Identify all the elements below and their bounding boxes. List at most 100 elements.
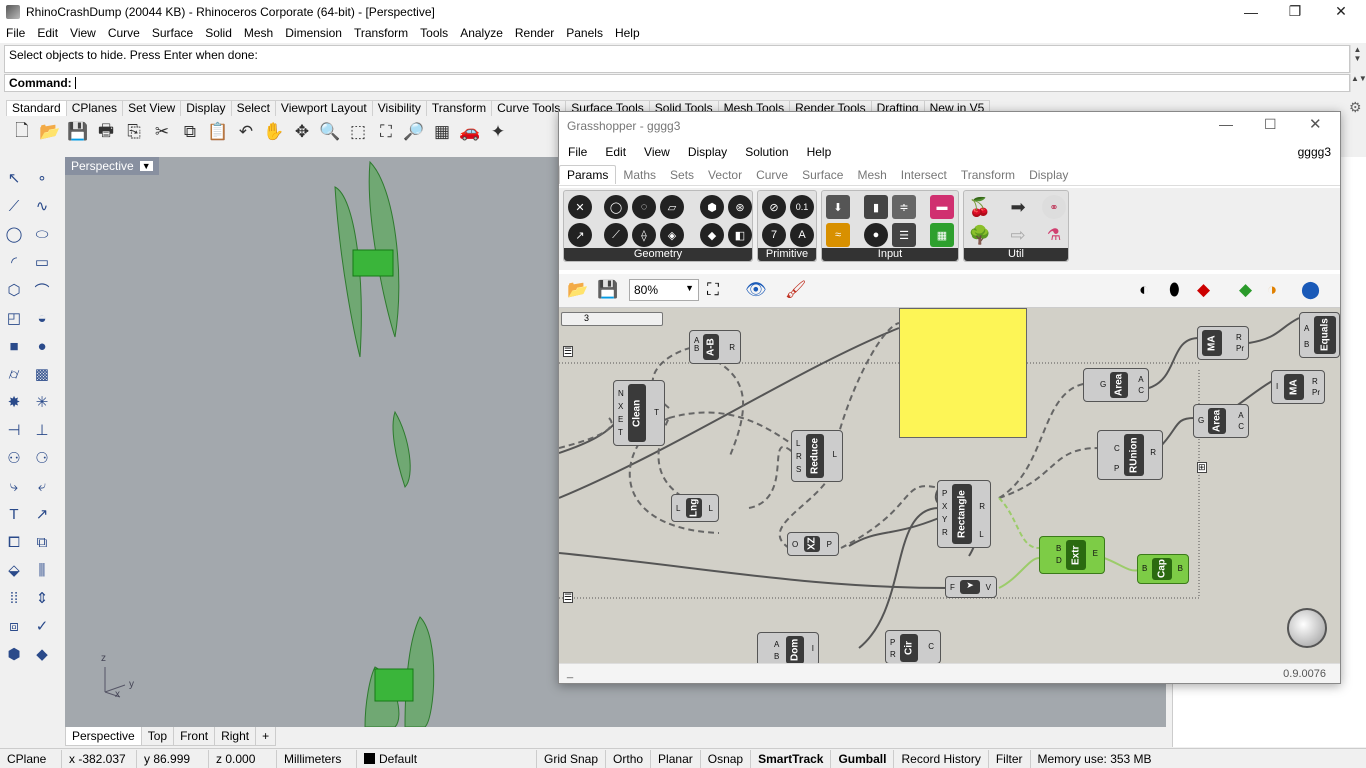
print-icon[interactable]: 🖶 [92,118,120,146]
gh-navigation-compass-icon[interactable] [1287,608,1327,648]
menu-transform[interactable]: Transform [348,26,414,40]
boolean-param-icon[interactable]: ⊘ [762,195,786,219]
text-param-icon[interactable]: A [790,223,814,247]
menu-panels[interactable]: Panels [560,26,609,40]
gh-menu-view[interactable]: View [635,145,679,159]
chamfer-icon[interactable]: ⤶ [30,474,54,498]
point-icon[interactable]: ∘ [30,166,54,190]
circle-param-icon[interactable]: ◯ [604,195,628,219]
circle-icon[interactable]: ◯ [2,222,26,246]
gh-selected-preview-icon[interactable]: ◆ [1197,280,1210,300]
copy-icon[interactable]: ⧉ [176,118,204,146]
viewport-title[interactable]: Perspective ▼ [65,157,159,175]
gh-component-area-1[interactable]: G Area A C [1083,368,1149,402]
toolbar-gear-icon[interactable]: ⚙ [1349,99,1362,116]
gh-preview-mode-icon[interactable]: ◐ [1139,280,1149,300]
mesh-icon[interactable]: ▩ [30,362,54,386]
rectangle-icon[interactable]: ▭ [30,250,54,274]
gh-component-xz[interactable]: O XZ P [787,532,839,556]
gh-component-lng[interactable]: L Lng L [671,494,719,522]
command-history-scrollbar[interactable]: ▲ ▼ [1350,45,1364,73]
car-icon[interactable]: 🚗 [456,118,484,146]
tab-visibility[interactable]: Visibility [371,100,427,116]
group-icon[interactable]: ⧠ [2,530,26,554]
ellipse-icon[interactable]: ⬭ [30,222,54,246]
status-cplane[interactable]: CPlane [0,749,62,768]
array-icon[interactable]: ⁞⁞ [2,586,26,610]
gh-open-icon[interactable]: 📂 [567,280,588,300]
gh-component-reduce[interactable]: L R S Reduce L [791,430,843,482]
gh-component-domain[interactable]: A B Dom I [757,632,819,663]
button-param-icon[interactable]: ● [864,223,888,247]
tab-standard[interactable]: Standard [6,100,67,116]
brep-param-icon[interactable]: ⬢ [700,195,724,219]
data-dam-icon[interactable]: ➡ [1006,195,1030,219]
gh-menu-edit[interactable]: Edit [596,145,635,159]
gh-tab-display[interactable]: Display [1022,166,1075,184]
viewport-tab-perspective[interactable]: Perspective [65,727,142,746]
text-icon[interactable]: T [2,502,26,526]
light-icon[interactable]: ✸ [2,390,26,414]
trim-icon[interactable]: ⊣ [2,418,26,442]
gh-zoom-extents-icon[interactable]: ⛶ [707,280,719,300]
zoom-icon[interactable]: 🔍 [316,118,344,146]
menu-curve[interactable]: Curve [102,26,146,40]
grid-icon[interactable]: ▦ [428,118,456,146]
pan-icon[interactable]: ✋ [260,118,288,146]
menu-view[interactable]: View [64,26,102,40]
twisted-box-param-icon[interactable]: ◧ [728,223,752,247]
gh-component-circle[interactable]: P R Cir C [885,630,941,663]
gh-bake-icon[interactable]: ⬮ [1169,280,1180,300]
status-ortho[interactable]: Ortho [606,749,652,768]
plane-param-icon[interactable]: ◈ [660,223,684,247]
status-smarttrack[interactable]: SmartTrack [751,749,832,768]
rotate-icon[interactable]: ✥ [288,118,316,146]
gh-maximize-button[interactable]: ☐ [1264,116,1277,133]
cylinder-icon[interactable]: ⌭ [2,362,26,386]
dimension-icon[interactable]: ↗ [30,502,54,526]
gh-document-name[interactable]: gggg3 [1289,145,1340,159]
gh-menu-display[interactable]: Display [679,145,736,159]
zoom-selected-icon[interactable]: 🔎 [400,118,428,146]
unroll-icon[interactable]: ⧈ [2,614,26,638]
surface-param-icon[interactable]: ▱ [660,195,684,219]
viewport-tab-right[interactable]: Right [214,727,257,746]
gh-save-icon[interactable]: 💾 [597,280,618,300]
value-list-icon[interactable]: ☰ [892,223,916,247]
gh-display-mode-icon[interactable]: ⬤ [1301,280,1320,300]
gh-tab-surface[interactable]: Surface [795,166,850,184]
status-planar[interactable]: Planar [651,749,701,768]
zoom-window-icon[interactable]: ⬚ [344,118,372,146]
command-line-scrollbar[interactable]: ▲▼ [1350,74,1366,92]
flask-icon[interactable]: ⚗ [1042,223,1066,247]
curve-icon[interactable]: ∿ [30,194,54,218]
tab-display[interactable]: Display [180,100,232,116]
menu-file[interactable]: File [0,26,31,40]
block-icon[interactable]: ⧉ [30,530,54,554]
status-layer[interactable]: Default [357,749,537,768]
line-param-icon[interactable]: ⟋ [604,223,628,247]
number-param-icon[interactable]: 0.1 [790,195,814,219]
toggle-param-icon[interactable]: ▮ [864,195,888,219]
vector-param-icon[interactable]: ↗ [568,223,592,247]
gh-tab-intersect[interactable]: Intersect [894,166,954,184]
viewport-menu-arrow-icon[interactable]: ▼ [139,161,153,171]
check-icon[interactable]: ✓ [30,614,54,638]
import-icon[interactable]: ⎘ [120,118,148,146]
tab-select[interactable]: Select [230,100,276,116]
tree-icon[interactable]: 🌳 [968,223,992,247]
graph-mapper-icon[interactable]: ≈ [826,223,850,247]
tab-transform[interactable]: Transform [425,100,493,116]
menu-dimension[interactable]: Dimension [279,26,348,40]
move-icon[interactable]: ⇕ [30,586,54,610]
gh-component-ma-1[interactable]: MA R Pr [1197,326,1249,360]
menu-help[interactable]: Help [609,26,646,40]
tab-set-view[interactable]: Set View [122,100,182,116]
viewport-tab-top[interactable]: Top [140,727,175,746]
status-units[interactable]: Millimeters [277,749,357,768]
integer-param-icon[interactable]: 7 [762,223,786,247]
gh-component-runion[interactable]: C P RUnion R [1097,430,1163,480]
arc-icon[interactable]: ◜ [2,250,26,274]
split-icon[interactable]: ⊥ [30,418,54,442]
curve-param-icon[interactable]: ◌ [632,195,656,219]
